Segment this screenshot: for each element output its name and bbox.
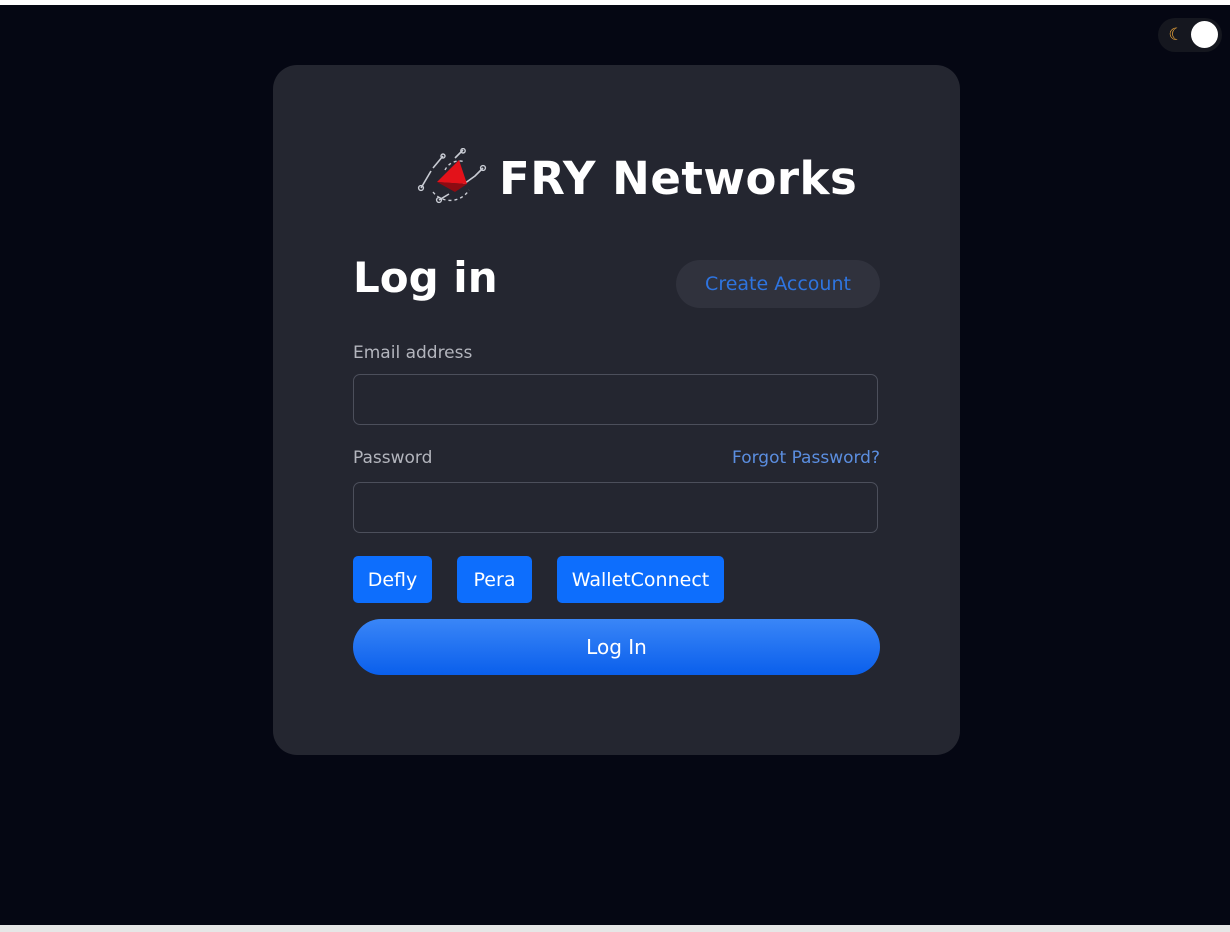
pera-wallet-button[interactable]: Pera [457, 556, 532, 603]
theme-toggle[interactable]: ☾ [1158, 18, 1222, 52]
login-card: FRY Networks Log in Create Account Email… [273, 65, 960, 755]
login-submit-button[interactable]: Log In [353, 619, 880, 675]
defly-wallet-button[interactable]: Defly [353, 556, 432, 603]
password-field[interactable] [353, 482, 878, 533]
window-bottom-edge [0, 925, 1230, 932]
forgot-password-link[interactable]: Forgot Password? [732, 447, 880, 469]
create-account-button[interactable]: Create Account [676, 260, 880, 308]
password-label: Password [353, 448, 433, 468]
page-background: ☾ FRY Networks Log in Create Account Ema… [0, 5, 1230, 925]
email-field[interactable] [353, 374, 878, 425]
email-label: Email address [353, 343, 473, 363]
walletconnect-button[interactable]: WalletConnect [557, 556, 724, 603]
fry-networks-logo-icon [417, 148, 487, 204]
page-title: Log in [353, 253, 498, 302]
brand-header: FRY Networks [415, 143, 857, 213]
moon-icon: ☾ [1168, 25, 1184, 45]
toggle-knob [1191, 21, 1218, 48]
brand-name: FRY Networks [499, 151, 858, 205]
